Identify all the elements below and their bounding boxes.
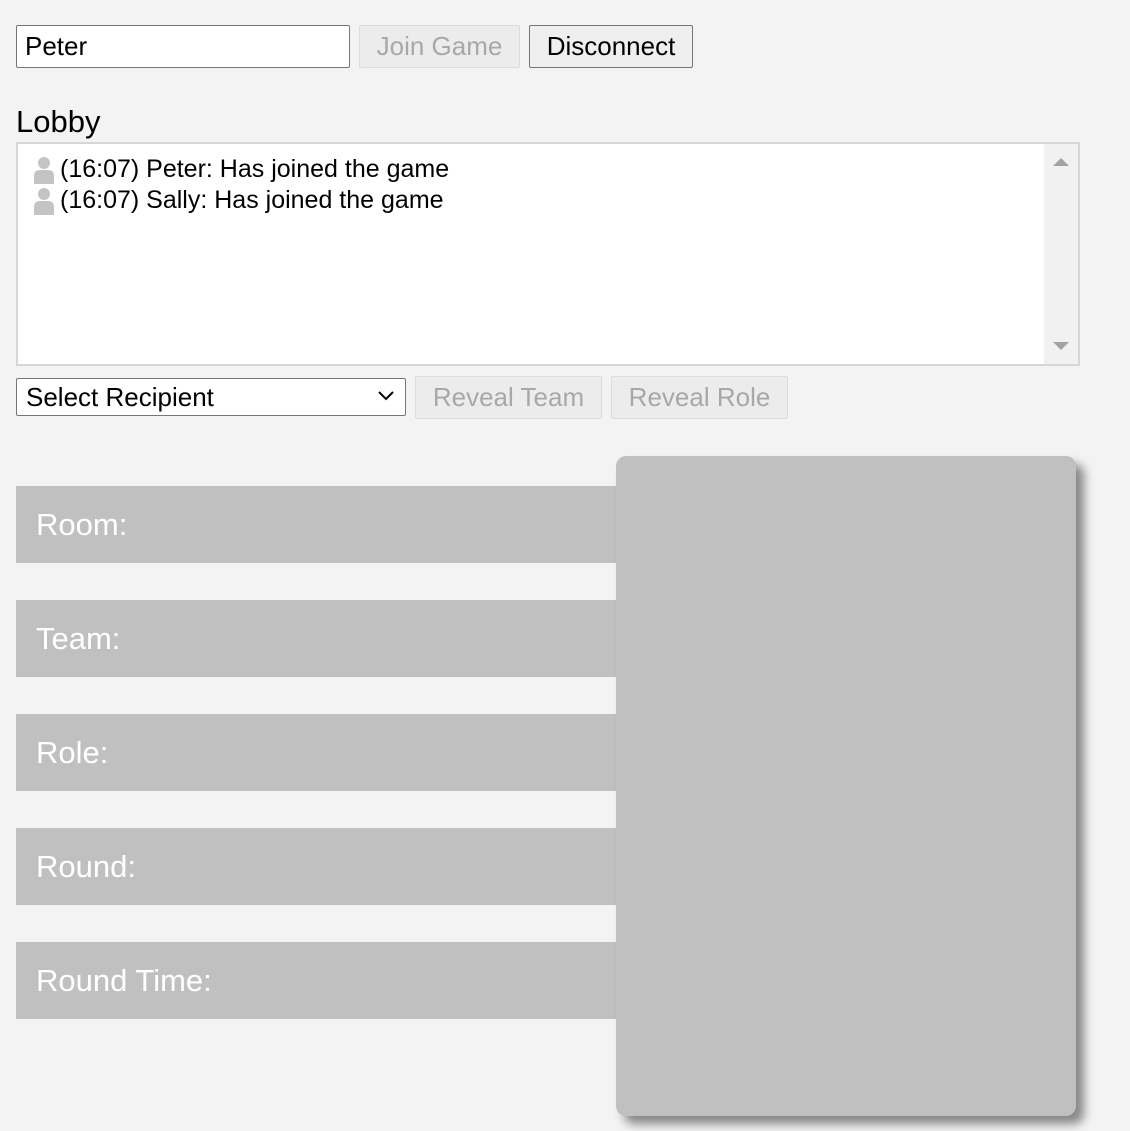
room-info-bar: Room: (16, 486, 656, 563)
chat-message: (16:07) Sally: Has joined the game (32, 185, 1038, 216)
recipient-select-value: Select Recipient (26, 382, 214, 412)
chevron-down-icon (378, 391, 394, 401)
role-card (616, 456, 1076, 1116)
reveal-role-button[interactable]: Reveal Role (611, 376, 788, 419)
round-time-info-bar: Round Time: (16, 942, 656, 1019)
player-name-input[interactable] (16, 25, 350, 68)
chat-message: (16:07) Peter: Has joined the game (32, 154, 1038, 185)
role-info-bar: Role: (16, 714, 656, 791)
lobby-title: Lobby (16, 104, 101, 139)
user-icon (34, 156, 54, 184)
team-label: Team: (36, 621, 121, 656)
chat-message-text: (16:07) Peter: Has joined the game (60, 155, 450, 183)
team-info-bar: Team: (16, 600, 656, 677)
disconnect-button[interactable]: Disconnect (529, 25, 693, 68)
reveal-team-button[interactable]: Reveal Team (415, 376, 602, 419)
role-label: Role: (36, 735, 109, 770)
user-icon (34, 187, 54, 215)
round-time-label: Round Time: (36, 963, 212, 998)
scroll-up-arrow-icon[interactable] (1053, 158, 1069, 166)
round-label: Round: (36, 849, 136, 884)
join-game-button[interactable]: Join Game (359, 25, 520, 68)
round-info-bar: Round: (16, 828, 656, 905)
room-label: Room: (36, 507, 128, 542)
chat-scrollbar[interactable] (1044, 144, 1078, 364)
lobby-chat-log[interactable]: (16:07) Peter: Has joined the game (16:0… (16, 142, 1080, 366)
chat-message-list: (16:07) Peter: Has joined the game (16:0… (32, 154, 1038, 216)
scroll-down-arrow-icon[interactable] (1053, 342, 1069, 350)
recipient-select[interactable]: Select Recipient (16, 378, 406, 416)
chat-message-text: (16:07) Sally: Has joined the game (60, 186, 444, 214)
